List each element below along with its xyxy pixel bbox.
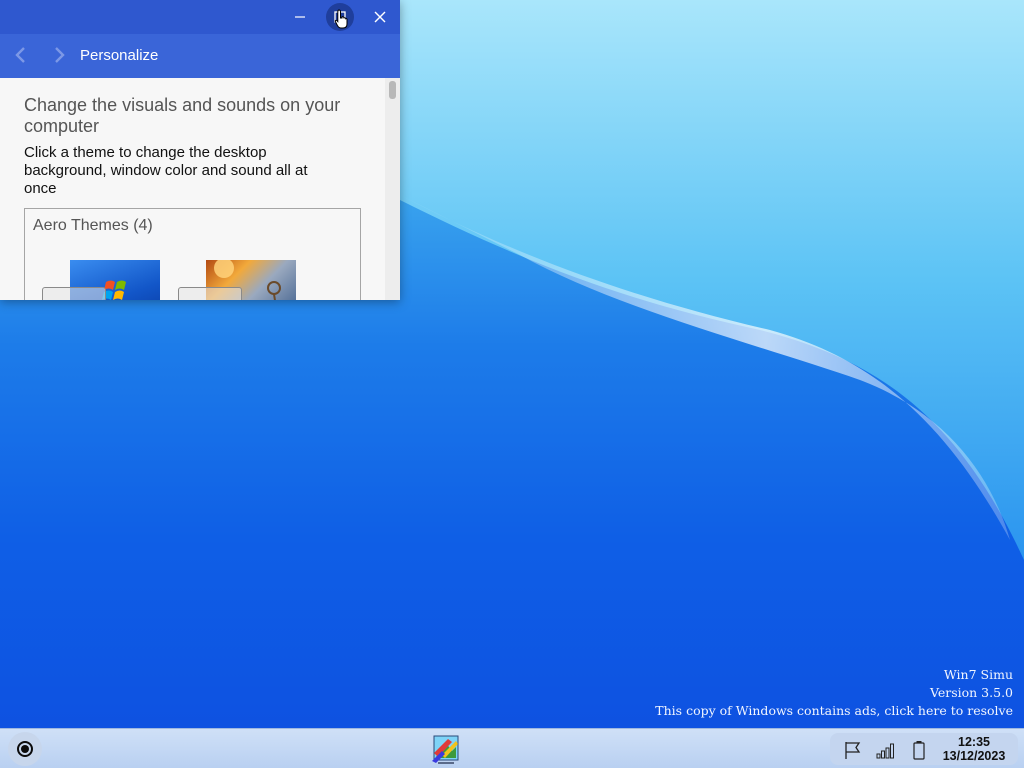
window-title: Personalize bbox=[80, 47, 159, 64]
watermark[interactable]: Win7 Simu Version 3.5.0 This copy of Win… bbox=[655, 666, 1013, 720]
clock[interactable]: 12:35 13/12/2023 bbox=[934, 735, 1014, 763]
scrollbar-thumb[interactable] bbox=[389, 81, 396, 99]
theme-color-swatch bbox=[42, 287, 106, 300]
personalize-window: Personalize Change the visuals and sound… bbox=[0, 0, 400, 300]
signal-icon[interactable] bbox=[876, 740, 896, 760]
forward-button[interactable] bbox=[48, 44, 70, 66]
flag-icon[interactable] bbox=[843, 740, 863, 760]
hand-cursor-icon bbox=[334, 9, 348, 29]
chevron-right-icon bbox=[55, 47, 65, 63]
clock-time: 12:35 bbox=[958, 735, 990, 749]
watermark-notice[interactable]: This copy of Windows contains ads, click… bbox=[655, 702, 1013, 720]
personalize-app-icon bbox=[432, 735, 459, 764]
clock-date: 13/12/2023 bbox=[942, 749, 1006, 763]
battery-icon[interactable] bbox=[909, 740, 929, 760]
watermark-version: Version 3.5.0 bbox=[929, 685, 1013, 700]
theme-group-title: Aero Themes (4) bbox=[33, 217, 153, 234]
window-content: Change the visuals and sounds on your co… bbox=[0, 78, 385, 300]
taskbar: 12:35 13/12/2023 bbox=[0, 728, 1024, 768]
aero-themes-group: Aero Themes (4) bbox=[24, 208, 361, 300]
theme-color-swatch bbox=[178, 287, 242, 300]
system-tray: 12:35 13/12/2023 bbox=[830, 733, 1018, 765]
page-description: Click a theme to change the desktop back… bbox=[24, 144, 308, 197]
content-scrollbar[interactable] bbox=[385, 78, 400, 300]
window-navbar: Personalize bbox=[0, 34, 400, 78]
chevron-left-icon bbox=[15, 47, 25, 63]
start-button[interactable] bbox=[8, 732, 42, 766]
back-button[interactable] bbox=[10, 44, 32, 66]
close-button[interactable] bbox=[366, 3, 394, 31]
page-heading: Change the visuals and sounds on your co… bbox=[24, 95, 341, 136]
close-icon bbox=[374, 11, 386, 23]
taskbar-app-personalize[interactable] bbox=[428, 731, 464, 767]
watermark-title: Win7 Simu bbox=[943, 667, 1013, 682]
minimize-icon bbox=[295, 16, 305, 18]
start-orb-icon bbox=[17, 741, 33, 757]
minimize-button[interactable] bbox=[286, 3, 314, 31]
